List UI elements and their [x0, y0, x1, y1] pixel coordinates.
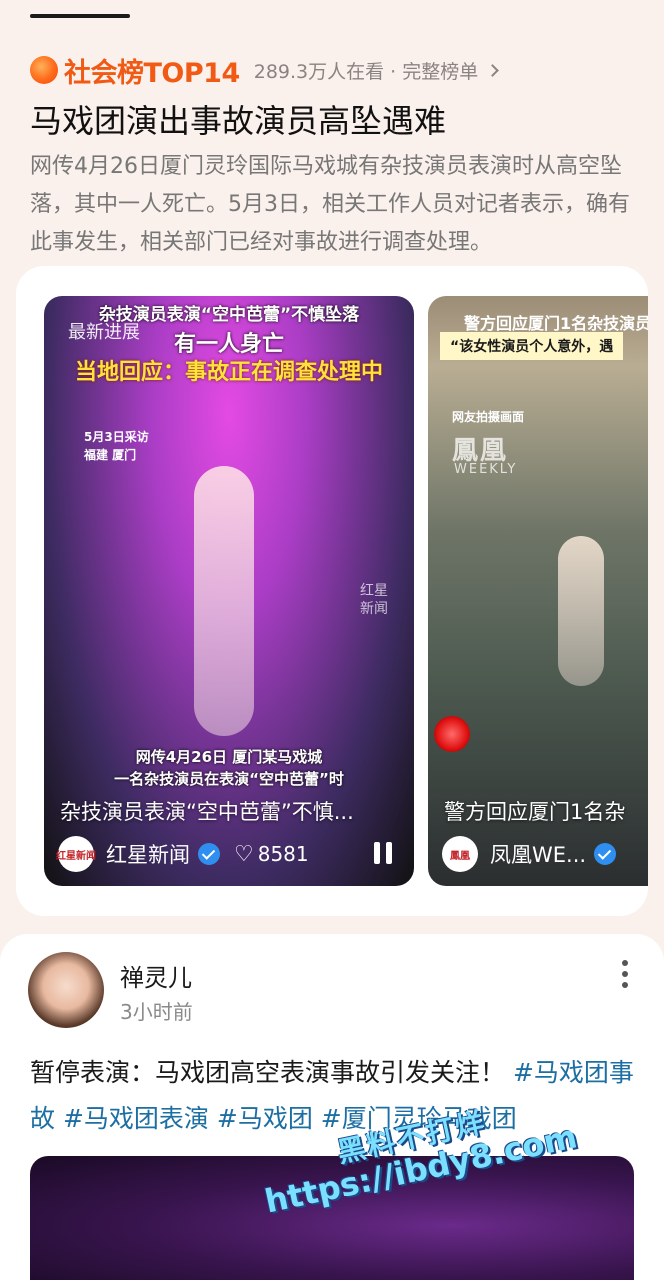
video-footer: 鳳凰 凤凰WE... — [442, 836, 617, 872]
ranking-title: 社会榜TOP14 — [64, 57, 240, 89]
pause-icon[interactable] — [374, 842, 392, 864]
video-title: 警方回应厦门1名杂 — [444, 800, 626, 824]
video-caption: 网传4月26日 厦门某马戏城 一名杂技演员在表演“空中芭蕾”时 — [44, 746, 414, 790]
source-avatar[interactable]: 鳳凰 — [442, 836, 478, 872]
news-summary: 网传4月26日厦门灵玲国际马戏城有杂技演员表演时从高空坠落，其中一人死亡。5月3… — [30, 154, 630, 255]
video-watermark-line2: 新闻 — [360, 601, 388, 617]
video-date-line2: 福建 厦门 — [84, 448, 137, 462]
ranking-meta[interactable]: 289.3万人在看 · 完整榜单 — [253, 57, 500, 84]
video-overlay-quote: “该女性演员个人意外，遇 — [440, 332, 624, 360]
video-caption-line2: 一名杂技演员在表演“空中芭蕾”时 — [114, 770, 344, 788]
video-card-1[interactable]: 杂技演员表演“空中芭蕾”不慎坠落 最新进展 有一人身亡 当地回应：事故正在调查处… — [44, 296, 414, 886]
ranking-header[interactable]: 社会榜TOP14 289.3万人在看 · 完整榜单 — [30, 52, 640, 89]
video-logo-sub: WEEKLY — [454, 462, 518, 477]
more-options-icon[interactable] — [622, 960, 628, 988]
verified-icon — [198, 843, 220, 865]
video-title: 杂技演员表演“空中芭蕾”不慎... — [60, 800, 354, 824]
news-headline[interactable]: 马戏团演出事故演员高坠遇难 — [30, 96, 640, 142]
hashtag[interactable]: #马戏团 — [217, 1104, 313, 1133]
stage-light — [434, 716, 470, 752]
video-date-label: 5月3日采访 福建 厦门 — [84, 428, 149, 464]
like-count: 8581 — [257, 842, 309, 866]
tab-indicator — [30, 14, 130, 18]
video-footer: 红星新闻 红星新闻 ♡ 8581 — [56, 836, 309, 872]
author-avatar[interactable] — [28, 952, 104, 1028]
heart-icon[interactable]: ♡ — [234, 842, 254, 867]
post-card[interactable]: 禅灵儿 3小时前 暂停表演：马戏团高空表演事故引发关注！ #马戏团事故 #马戏团… — [0, 934, 664, 1280]
post-time: 3小时前 — [120, 1000, 193, 1024]
ranking-meta-text: 289.3万人在看 · 完整榜单 — [253, 60, 479, 83]
video-overlay-title: 警方回应厦门1名杂技演员 — [464, 314, 648, 333]
fire-icon — [30, 56, 58, 84]
video-caption-line1: 网传4月26日 厦门某马戏城 — [135, 748, 323, 766]
video-overlay-line3: 当地回应：事故正在调查处理中 — [74, 360, 383, 385]
hashtag[interactable]: #马戏团表演 — [63, 1104, 209, 1133]
source-avatar[interactable]: 红星新闻 — [56, 836, 96, 872]
video-watermark: 红星 新闻 — [360, 582, 388, 618]
verified-icon — [594, 843, 617, 865]
video-date-line1: 5月3日采访 — [84, 430, 149, 444]
source-name[interactable]: 凤凰WE... — [490, 839, 586, 869]
video-carousel[interactable]: 杂技演员表演“空中芭蕾”不慎坠落 最新进展 有一人身亡 当地回应：事故正在调查处… — [16, 266, 648, 916]
chevron-right-icon — [486, 63, 500, 77]
performer-figure — [194, 466, 254, 736]
post-body: 暂停表演：马戏团高空表演事故引发关注！ — [30, 1058, 506, 1087]
author-name[interactable]: 禅灵儿 — [120, 958, 192, 993]
video-net-label: 网友拍摄画面 — [452, 410, 525, 424]
source-name[interactable]: 红星新闻 — [106, 839, 190, 869]
video-card-2[interactable]: 警方回应厦门1名杂技演员 “该女性演员个人意外，遇 网友拍摄画面 鳳凰 WEEK… — [428, 296, 648, 886]
video-watermark-line1: 红星 — [360, 583, 388, 599]
performer-figure — [558, 536, 604, 686]
